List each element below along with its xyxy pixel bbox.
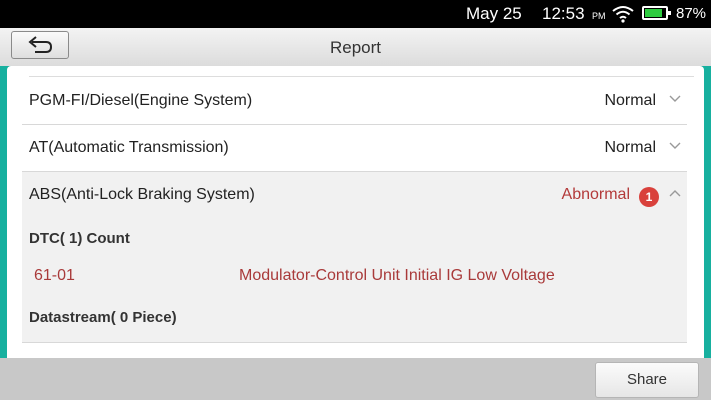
chevron-down-icon (669, 142, 681, 149)
wifi-icon (612, 6, 634, 23)
system-name: PGM-FI/Diesel(Engine System) (29, 92, 253, 109)
system-row-transmission[interactable]: AT(Automatic Transmission) Normal (22, 125, 687, 172)
status-bar: May 25 12:53 PM 87% (0, 0, 711, 28)
chevron-down-icon (669, 95, 681, 102)
divider (29, 76, 694, 77)
status-date: May 25 (466, 4, 522, 23)
content-frame: PGM-FI/Diesel(Engine System) Normal AT(A… (0, 66, 711, 358)
share-button[interactable]: Share (595, 362, 699, 398)
battery-icon (642, 6, 671, 20)
system-status-abnormal: Abnormal (561, 186, 630, 203)
dtc-description: Modulator-Control Unit Initial IG Low Vo… (239, 267, 555, 284)
abs-detail: DTC( 1) Count 61-01 Modulator-Control Un… (22, 218, 687, 343)
app-header: Report (0, 28, 711, 67)
chevron-up-icon (669, 190, 681, 197)
dtc-code: 61-01 (34, 267, 75, 284)
system-row-engine[interactable]: PGM-FI/Diesel(Engine System) Normal (22, 78, 687, 125)
battery-percent: 87% (676, 5, 707, 22)
system-name: AT(Automatic Transmission) (29, 139, 229, 156)
page-title: Report (329, 38, 382, 57)
footer-bar: Share (0, 358, 711, 400)
dtc-count-heading: DTC( 1) Count (29, 230, 130, 247)
system-row-abs[interactable]: ABS(Anti-Lock Braking System) Abnormal 1 (22, 172, 687, 218)
status-time: 12:53 (542, 4, 585, 23)
system-name: ABS(Anti-Lock Braking System) (29, 186, 255, 203)
datastream-heading: Datastream( 0 Piece) (29, 309, 177, 326)
battery-level (645, 9, 662, 17)
system-status: Normal (604, 139, 656, 156)
report-list: PGM-FI/Diesel(Engine System) Normal AT(A… (7, 66, 704, 358)
fault-count-badge: 1 (639, 187, 659, 207)
system-status: Normal (604, 92, 656, 109)
status-ampm: PM (592, 11, 606, 21)
